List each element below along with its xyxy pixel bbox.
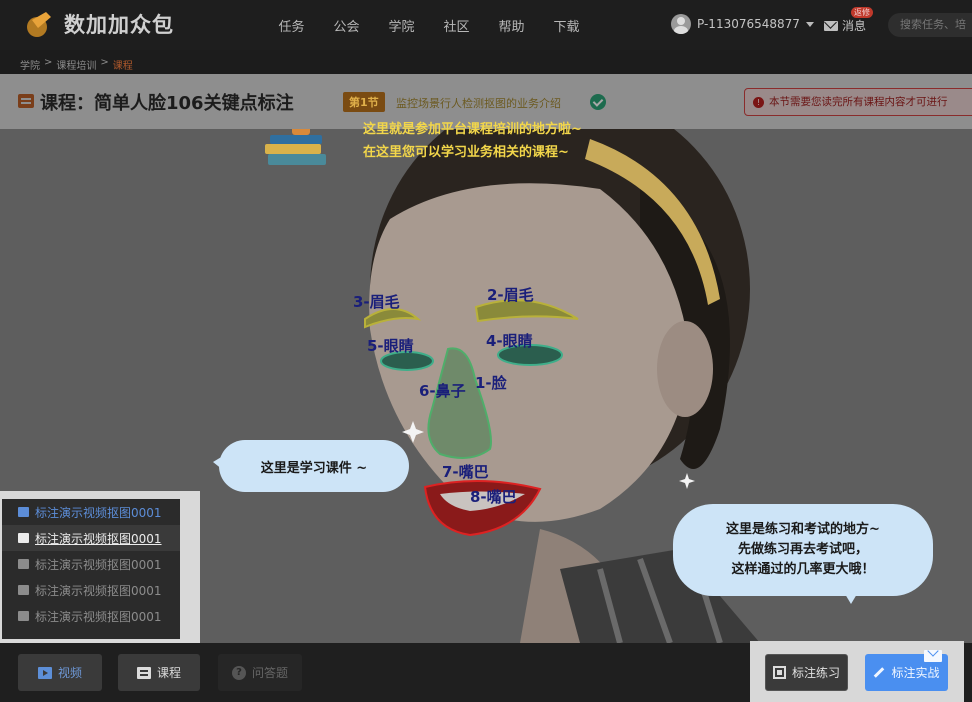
qa-tab-label: 问答题 bbox=[251, 666, 288, 680]
nav-item-download[interactable]: 下载 bbox=[539, 16, 594, 35]
exam-label: 标注实战 bbox=[891, 666, 940, 680]
alert-icon: ! bbox=[753, 96, 764, 108]
messages-label: 消息 bbox=[842, 19, 867, 33]
guide-bubble-courseware: 这里是学习课件 ~ bbox=[213, 440, 409, 492]
breadcrumb-current: 课程 bbox=[112, 61, 133, 72]
video-tab-label: 视频 bbox=[57, 666, 82, 680]
guide-bubble-text: 这里是学习课件 ~ bbox=[260, 460, 368, 476]
guide-bubble-practice: 这里是练习和考试的地方~ 先做练习再去考试吧， 这样通过的几率更大哦！ bbox=[673, 504, 933, 604]
breadcrumb-course-training[interactable]: 课程培训 bbox=[56, 57, 96, 72]
guide-bubble-text: 先做练习再去考试吧， bbox=[737, 542, 868, 557]
breadcrumb-separator: > bbox=[100, 57, 109, 68]
question-icon: ? bbox=[231, 665, 246, 680]
list-item-label: 标注演示视频抠图0001 bbox=[35, 583, 162, 598]
list-item-label: 标注演示视频抠图0001 bbox=[35, 557, 162, 572]
list-item-label: 标注演示视频抠图0001 bbox=[35, 505, 162, 520]
list-item-label: 标注演示视频抠图0001 bbox=[35, 609, 162, 624]
guide-tip-line: 这里就是参加平台课程培训的地方啦~ bbox=[363, 122, 582, 137]
guide-bubble-text: 这里是练习和考试的地方~ bbox=[726, 522, 880, 537]
list-item-label: 标注演示视频抠图0001 bbox=[35, 531, 162, 546]
list-item[interactable]: 标注演示视频抠图0001 bbox=[2, 603, 180, 629]
list-item[interactable]: 标注演示视频抠图0001 bbox=[2, 551, 180, 577]
messages-badge: 返修 bbox=[851, 7, 873, 18]
guide-bubble-text: 这样通过的几率更大哦！ bbox=[731, 562, 875, 577]
user-menu[interactable]: P-113076548877 bbox=[671, 14, 814, 34]
notice-text: 本节需要您读完所有课程内容才可进行 bbox=[769, 96, 948, 108]
course-icon bbox=[18, 585, 29, 595]
video-tab-button[interactable]: 视频 bbox=[18, 654, 102, 691]
list-item[interactable]: 标注演示视频抠图0001 bbox=[2, 577, 180, 603]
face-label-eyebrow-3: 3-眉毛 bbox=[353, 293, 400, 311]
course-icon bbox=[18, 611, 29, 621]
face-label-eyebrow-2: 2-眉毛 bbox=[487, 286, 534, 304]
course-icon bbox=[136, 666, 151, 679]
face-label-nose-6: 6-鼻子 bbox=[419, 382, 466, 400]
search-input[interactable]: 搜索任务、培 bbox=[888, 13, 972, 37]
course-icon bbox=[18, 559, 29, 569]
check-circle-icon bbox=[590, 94, 606, 110]
frame-icon bbox=[772, 666, 786, 679]
mail-icon bbox=[824, 20, 838, 31]
nav-item-community[interactable]: 社区 bbox=[429, 16, 484, 35]
face-label-mouth-8: 8-嘴巴 bbox=[470, 488, 517, 506]
section-tag: 第1节 bbox=[343, 92, 385, 112]
face-label-mouth-7: 7-嘴巴 bbox=[442, 463, 489, 481]
breadcrumb: 学院 > 课程培训 > 课程 bbox=[20, 57, 133, 72]
nav-item-help[interactable]: 帮助 bbox=[484, 16, 539, 35]
course-tab-button[interactable]: 课程 bbox=[118, 654, 200, 691]
course-tab-label: 课程 bbox=[156, 666, 181, 680]
nav-item-tasks[interactable]: 任务 bbox=[264, 16, 319, 35]
chevron-down-icon bbox=[805, 21, 814, 27]
list-item[interactable]: 标注演示视频抠图0001 bbox=[2, 525, 180, 551]
course-icon bbox=[18, 94, 34, 108]
course-icon bbox=[18, 507, 29, 517]
section-title: 监控场景行人检测抠图的业务介绍 bbox=[396, 97, 561, 110]
breadcrumb-academy[interactable]: 学院 bbox=[20, 57, 40, 72]
face-label-eye-4: 4-眼睛 bbox=[486, 332, 533, 350]
main-nav: 任务 公会 学院 社区 帮助 下载 bbox=[264, 16, 594, 35]
notice-banner: ! 本节需要您读完所有课程内容才可进行 bbox=[744, 88, 972, 116]
breadcrumb-separator: > bbox=[44, 57, 53, 68]
courseware-list: 标注演示视频抠图0001 标注演示视频抠图0001 标注演示视频抠图0001 标… bbox=[2, 499, 180, 639]
mail-icon bbox=[924, 650, 942, 662]
practice-button[interactable]: 标注练习 bbox=[765, 654, 848, 691]
practice-label: 标注练习 bbox=[791, 666, 840, 680]
nav-item-academy[interactable]: 学院 bbox=[374, 16, 429, 35]
page-title: 课程：简单人脸106关键点标注 bbox=[40, 93, 294, 114]
guide-tip-course: 这里就是参加平台课程培训的地方啦~ 在这里您可以学习业务相关的课程~ bbox=[363, 118, 582, 164]
guide-tip-line: 在这里您可以学习业务相关的课程~ bbox=[363, 145, 569, 160]
brand-name: 数加加众包 bbox=[64, 13, 174, 37]
avatar bbox=[671, 14, 691, 34]
user-id: P-113076548877 bbox=[697, 17, 800, 31]
course-icon bbox=[18, 533, 29, 543]
play-icon bbox=[37, 666, 52, 679]
face-label-face-1: 1-脸 bbox=[475, 374, 507, 392]
brand-logo[interactable]: 数加加众包 bbox=[24, 8, 174, 40]
messages-link[interactable]: 消息 bbox=[824, 17, 866, 34]
face-label-eye-5: 5-眼睛 bbox=[367, 337, 414, 355]
list-item[interactable]: 标注演示视频抠图0001 bbox=[2, 499, 180, 525]
nav-item-guild[interactable]: 公会 bbox=[319, 16, 374, 35]
brand-logo-icon bbox=[24, 8, 56, 40]
pen-icon bbox=[874, 667, 885, 678]
qa-tab-button[interactable]: ? 问答题 bbox=[218, 654, 302, 691]
